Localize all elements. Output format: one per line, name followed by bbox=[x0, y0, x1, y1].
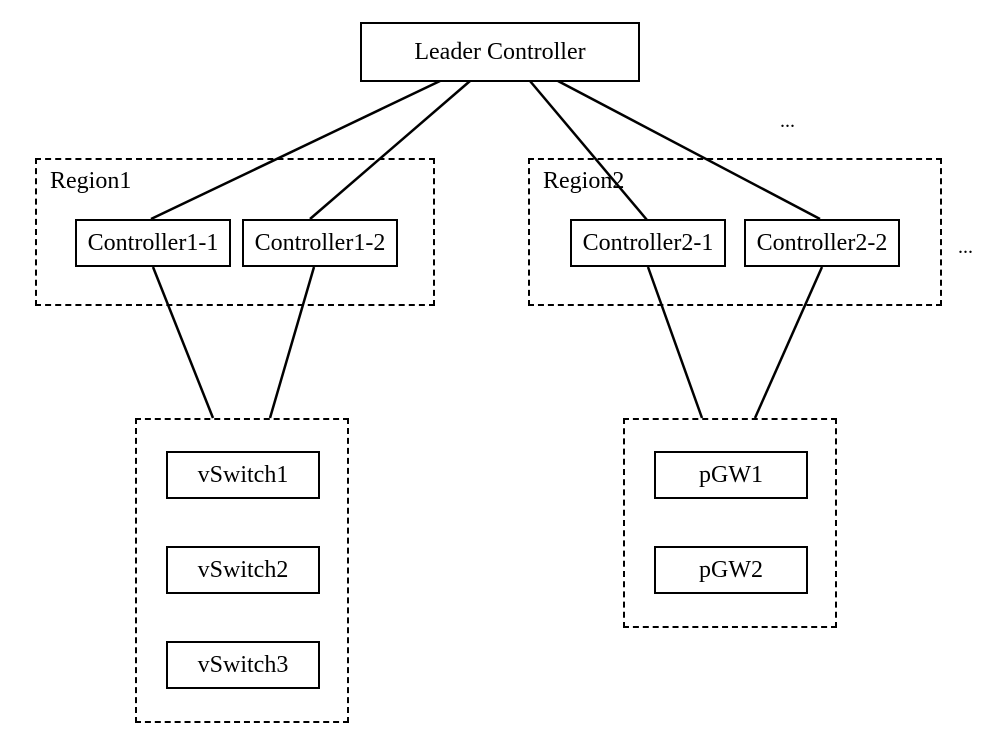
controller-2-1-label: Controller2-1 bbox=[583, 230, 714, 257]
controller-2-1-box: Controller2-1 bbox=[570, 219, 726, 267]
controller-2-2-box: Controller2-2 bbox=[744, 219, 900, 267]
controller-2-2-label: Controller2-2 bbox=[757, 230, 888, 257]
pgw2-label: pGW2 bbox=[699, 557, 763, 584]
vswitch3-box: vSwitch3 bbox=[166, 641, 320, 689]
vswitch1-box: vSwitch1 bbox=[166, 451, 320, 499]
vswitch2-box: vSwitch2 bbox=[166, 546, 320, 594]
leader-controller-label: Leader Controller bbox=[414, 39, 585, 66]
controller-1-2-label: Controller1-2 bbox=[255, 230, 386, 257]
controller-1-1-label: Controller1-1 bbox=[88, 230, 219, 257]
diagram-stage: Leader Controller ... Region1 Controller… bbox=[0, 0, 1000, 747]
device-group-2-container bbox=[623, 418, 837, 628]
vswitch2-label: vSwitch2 bbox=[198, 557, 289, 584]
ellipsis-top: ... bbox=[780, 110, 795, 133]
pgw1-box: pGW1 bbox=[654, 451, 808, 499]
pgw2-box: pGW2 bbox=[654, 546, 808, 594]
pgw1-label: pGW1 bbox=[699, 462, 763, 489]
vswitch1-label: vSwitch1 bbox=[198, 462, 289, 489]
controller-1-2-box: Controller1-2 bbox=[242, 219, 398, 267]
controller-1-1-box: Controller1-1 bbox=[75, 219, 231, 267]
leader-controller-box: Leader Controller bbox=[360, 22, 640, 82]
region-2-label: Region2 bbox=[543, 168, 624, 195]
vswitch3-label: vSwitch3 bbox=[198, 652, 289, 679]
ellipsis-right: ... bbox=[958, 236, 973, 259]
region-1-label: Region1 bbox=[50, 168, 131, 195]
